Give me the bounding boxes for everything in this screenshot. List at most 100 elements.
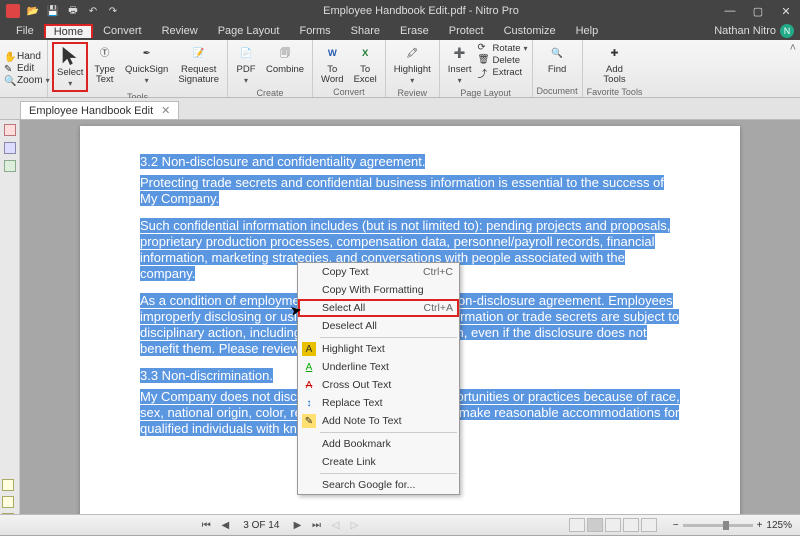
redo-icon[interactable]: ↷ xyxy=(106,4,120,18)
view-facing-button[interactable] xyxy=(605,518,621,532)
ctx-cross-out-text[interactable]: ACross Out Text xyxy=(298,376,459,394)
ctx-add-bookmark[interactable]: Add Bookmark xyxy=(298,435,459,453)
ctx-search-google[interactable]: Search Google for... xyxy=(298,476,459,494)
close-tab-icon[interactable]: ✕ xyxy=(161,104,170,117)
menu-forms[interactable]: Forms xyxy=(289,23,340,39)
panel-icon[interactable] xyxy=(4,160,16,172)
page-indicator[interactable]: 3 OF 14 xyxy=(237,520,285,531)
maximize-button[interactable]: ▢ xyxy=(744,5,772,18)
rotate-button[interactable]: ⟳Rotate xyxy=(478,42,528,54)
user-name: Nathan Nitro xyxy=(714,25,776,37)
ctx-select-all[interactable]: Select AllCtrl+A xyxy=(298,299,459,317)
menu-review[interactable]: Review xyxy=(152,23,208,39)
last-page-button[interactable]: ⏭ xyxy=(309,520,323,531)
replace-icon: ↕ xyxy=(302,396,316,410)
zoom-tool[interactable]: 🔍Zoom xyxy=(4,75,43,86)
select-button[interactable]: Select xyxy=(52,42,88,92)
menu-customize[interactable]: Customize xyxy=(494,23,566,39)
extract-button[interactable]: ⤴Extract xyxy=(478,66,528,78)
panel-icon[interactable] xyxy=(4,142,16,154)
paragraph[interactable]: Protecting trade secrets and confidentia… xyxy=(140,175,680,208)
menu-protect[interactable]: Protect xyxy=(439,23,494,39)
ctx-add-note[interactable]: ✎Add Note To Text xyxy=(298,412,459,430)
edit-icon: ✎ xyxy=(4,64,14,74)
view-continuous-button[interactable] xyxy=(587,518,603,532)
menu-convert[interactable]: Convert xyxy=(93,23,152,39)
file-tab-bar: Employee Handbook Edit ✕ xyxy=(0,98,800,120)
to-word-button[interactable]: WTo Word xyxy=(317,42,348,87)
menu-file[interactable]: File xyxy=(6,23,44,39)
panel-icon[interactable] xyxy=(4,124,16,136)
ribbon-group-convert: WTo Word XTo Excel Convert xyxy=(313,40,386,97)
zoom-out-button[interactable]: − xyxy=(673,520,679,531)
zoom-thumb[interactable] xyxy=(723,521,729,530)
word-icon: W xyxy=(322,44,342,64)
view-single-button[interactable] xyxy=(569,518,585,532)
ctx-copy-text[interactable]: Copy TextCtrl+C xyxy=(298,263,459,281)
separator xyxy=(320,337,457,338)
first-page-button[interactable]: ⏮ xyxy=(199,520,213,531)
save-icon[interactable]: 💾 xyxy=(46,4,60,18)
menu-erase[interactable]: Erase xyxy=(390,23,439,39)
panel-icon[interactable] xyxy=(2,479,14,491)
edit-tool[interactable]: ✎Edit xyxy=(4,63,43,74)
highlight-button[interactable]: 🖍Highlight xyxy=(390,42,435,88)
prev-page-button[interactable]: ◀ xyxy=(218,520,232,531)
next-page-button[interactable]: ▶ xyxy=(290,520,304,531)
menu-home[interactable]: Home xyxy=(44,24,93,38)
pdf-icon: 📄 xyxy=(236,44,256,64)
ctx-copy-formatting[interactable]: Copy With Formatting xyxy=(298,281,459,299)
user-account[interactable]: Nathan Nitro N xyxy=(714,24,800,38)
note-icon: ✎ xyxy=(302,414,316,428)
pdf-button[interactable]: 📄PDF xyxy=(232,42,260,88)
add-tools-button[interactable]: ✚Add Tools xyxy=(599,42,629,87)
collapse-ribbon-icon[interactable]: ˄ xyxy=(790,42,796,54)
zoom-slider[interactable] xyxy=(683,524,753,527)
quicksign-button[interactable]: ✒QuickSign xyxy=(121,42,172,88)
open-icon[interactable]: 📂 xyxy=(26,4,40,18)
minimize-button[interactable]: — xyxy=(716,5,744,17)
ribbon-view-tools: ✋Hand ✎Edit 🔍Zoom xyxy=(0,40,48,97)
file-tab-label: Employee Handbook Edit xyxy=(29,105,153,117)
ctx-underline-text[interactable]: AUnderline Text xyxy=(298,358,459,376)
ctx-replace-text[interactable]: ↕Replace Text xyxy=(298,394,459,412)
menu-share[interactable]: Share xyxy=(341,23,390,39)
ctx-deselect-all[interactable]: Deselect All xyxy=(298,317,459,335)
nav-fwd-button[interactable]: ▷ xyxy=(347,520,361,531)
menu-page-layout[interactable]: Page Layout xyxy=(208,23,290,39)
file-tab[interactable]: Employee Handbook Edit ✕ xyxy=(20,101,179,119)
title-bar: 📂 💾 🖶 ↶ ↷ Employee Handbook Edit.pdf - N… xyxy=(0,0,800,22)
context-menu: Copy TextCtrl+C Copy With Formatting Sel… xyxy=(297,262,460,495)
nav-back-button[interactable]: ◁ xyxy=(328,520,342,531)
quick-access-toolbar: 📂 💾 🖶 ↶ ↷ xyxy=(0,4,126,18)
group-label: Document xyxy=(537,86,578,97)
view-mode-buttons xyxy=(561,518,665,532)
panel-icon[interactable] xyxy=(2,496,14,508)
rotate-icon: ⟳ xyxy=(478,42,490,54)
find-button[interactable]: 🔍Find xyxy=(543,42,571,77)
view-facing-continuous-button[interactable] xyxy=(623,518,639,532)
menu-bar: File Home Convert Review Page Layout For… xyxy=(0,22,800,40)
chevron-down-icon xyxy=(244,76,248,86)
to-excel-button[interactable]: XTo Excel xyxy=(350,42,381,87)
ctx-highlight-text[interactable]: AHighlight Text xyxy=(298,340,459,358)
hand-tool[interactable]: ✋Hand xyxy=(4,51,43,62)
zoom-level[interactable]: 125% xyxy=(766,520,792,531)
user-avatar: N xyxy=(780,24,794,38)
request-signature-button[interactable]: 📝Request Signature xyxy=(174,42,223,87)
mouse-cursor-icon: ➤ xyxy=(289,301,304,320)
close-button[interactable]: ✕ xyxy=(772,5,800,18)
undo-icon[interactable]: ↶ xyxy=(86,4,100,18)
view-fit-button[interactable] xyxy=(641,518,657,532)
type-text-button[interactable]: ⓉType Text xyxy=(90,42,119,87)
group-label: Favorite Tools xyxy=(587,87,643,98)
ctx-create-link[interactable]: Create Link xyxy=(298,453,459,471)
heading[interactable]: 3.2 Non-disclosure and confidentiality a… xyxy=(140,154,680,169)
ribbon-group-page-layout: ➕Insert ⟳Rotate 🗑Delete ⤴Extract Page La… xyxy=(440,40,533,97)
print-icon[interactable]: 🖶 xyxy=(66,4,80,18)
menu-help[interactable]: Help xyxy=(566,23,609,39)
delete-button[interactable]: 🗑Delete xyxy=(478,54,528,66)
combine-button[interactable]: 🗐Combine xyxy=(262,42,308,77)
insert-button[interactable]: ➕Insert xyxy=(444,42,476,88)
zoom-in-button[interactable]: + xyxy=(757,520,763,531)
